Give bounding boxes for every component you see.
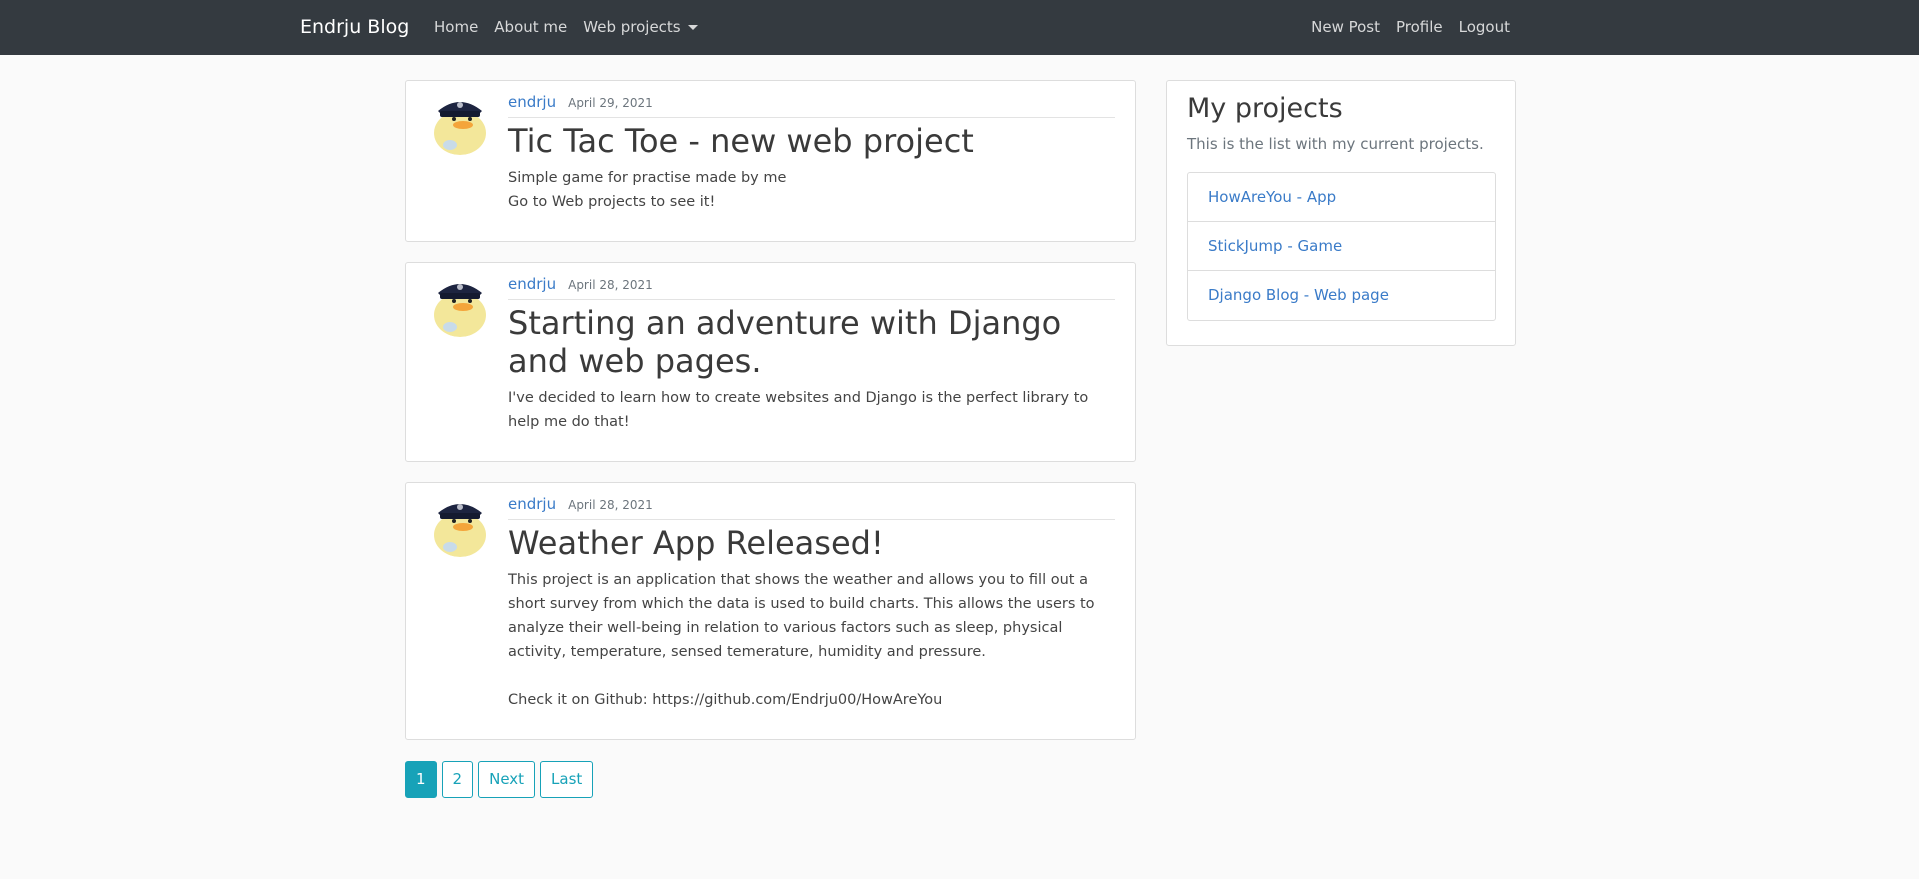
project-link-django-blog[interactable]: Django Blog - Web page <box>1208 286 1389 304</box>
nav-left-group: Home About me Web projects <box>434 0 706 55</box>
page-1-button[interactable]: 1 <box>405 761 437 798</box>
post-card: endrju April 29, 2021 Tic Tac Toe - new … <box>405 80 1136 242</box>
post-date: April 28, 2021 <box>568 278 653 292</box>
duck-avatar-icon <box>428 273 492 337</box>
project-item: StickJump - Game <box>1188 222 1495 271</box>
nav-web-projects-label: Web projects <box>583 18 681 36</box>
nav-right-group: New Post Profile Logout <box>1303 0 1510 55</box>
project-item: Django Blog - Web page <box>1188 271 1495 320</box>
project-item: HowAreYou - App <box>1188 173 1495 222</box>
post-card: endrju April 28, 2021 Weather App Releas… <box>405 482 1136 740</box>
nav-profile-link[interactable]: Profile <box>1388 0 1451 55</box>
post-body: endrju April 29, 2021 Tic Tac Toe - new … <box>508 93 1115 214</box>
projects-sidebar: My projects This is the list with my cur… <box>1166 80 1516 346</box>
top-navbar: Endrju Blog Home About me Web projects N… <box>0 0 1919 55</box>
project-list: HowAreYou - App StickJump - Game Django … <box>1187 172 1496 321</box>
sidebar-subtitle: This is the list with my current project… <box>1187 135 1484 153</box>
post-meta: endrju April 29, 2021 <box>508 93 1115 118</box>
post-body: endrju April 28, 2021 Starting an advent… <box>508 275 1115 434</box>
caret-down-icon <box>687 25 698 30</box>
nav-home-link[interactable]: Home <box>434 0 486 55</box>
post-title-link[interactable]: Weather App Released! <box>508 524 1115 562</box>
post-date: April 29, 2021 <box>568 96 653 110</box>
project-link-howareyou[interactable]: HowAreYou - App <box>1208 188 1336 206</box>
nav-web-projects-dropdown[interactable]: Web projects <box>575 0 705 55</box>
duck-avatar-icon <box>428 91 492 155</box>
post-content: This project is an application that show… <box>508 572 1095 708</box>
last-page-button[interactable]: Last <box>540 761 594 798</box>
post-meta: endrju April 28, 2021 <box>508 275 1115 300</box>
project-link-stickjump[interactable]: StickJump - Game <box>1208 237 1342 255</box>
post-body: endrju April 28, 2021 Weather App Releas… <box>508 495 1115 712</box>
post-author-link[interactable]: endrju <box>508 93 556 111</box>
post-card: endrju April 28, 2021 Starting an advent… <box>405 262 1136 462</box>
next-page-button[interactable]: Next <box>478 761 536 798</box>
post-meta: endrju April 28, 2021 <box>508 495 1115 520</box>
nav-logout-link[interactable]: Logout <box>1451 0 1510 55</box>
post-date: April 28, 2021 <box>568 498 653 512</box>
post-author-link[interactable]: endrju <box>508 275 556 293</box>
post-title-link[interactable]: Starting an adventure with Django and we… <box>508 304 1115 380</box>
page-2-button[interactable]: 2 <box>441 761 474 798</box>
nav-about-link[interactable]: About me <box>486 0 575 55</box>
post-content: Simple game for practise made by me Go t… <box>508 170 787 210</box>
brand-link[interactable]: Endrju Blog <box>300 0 409 55</box>
pagination: 1 2 Next Last <box>405 761 594 798</box>
post-content: I've decided to learn how to create webs… <box>508 390 1089 430</box>
duck-avatar-icon <box>428 493 492 557</box>
post-author-link[interactable]: endrju <box>508 495 556 513</box>
sidebar-title: My projects <box>1187 93 1343 124</box>
nav-new-post-link[interactable]: New Post <box>1303 0 1388 55</box>
post-title-link[interactable]: Tic Tac Toe - new web project <box>508 122 1115 160</box>
